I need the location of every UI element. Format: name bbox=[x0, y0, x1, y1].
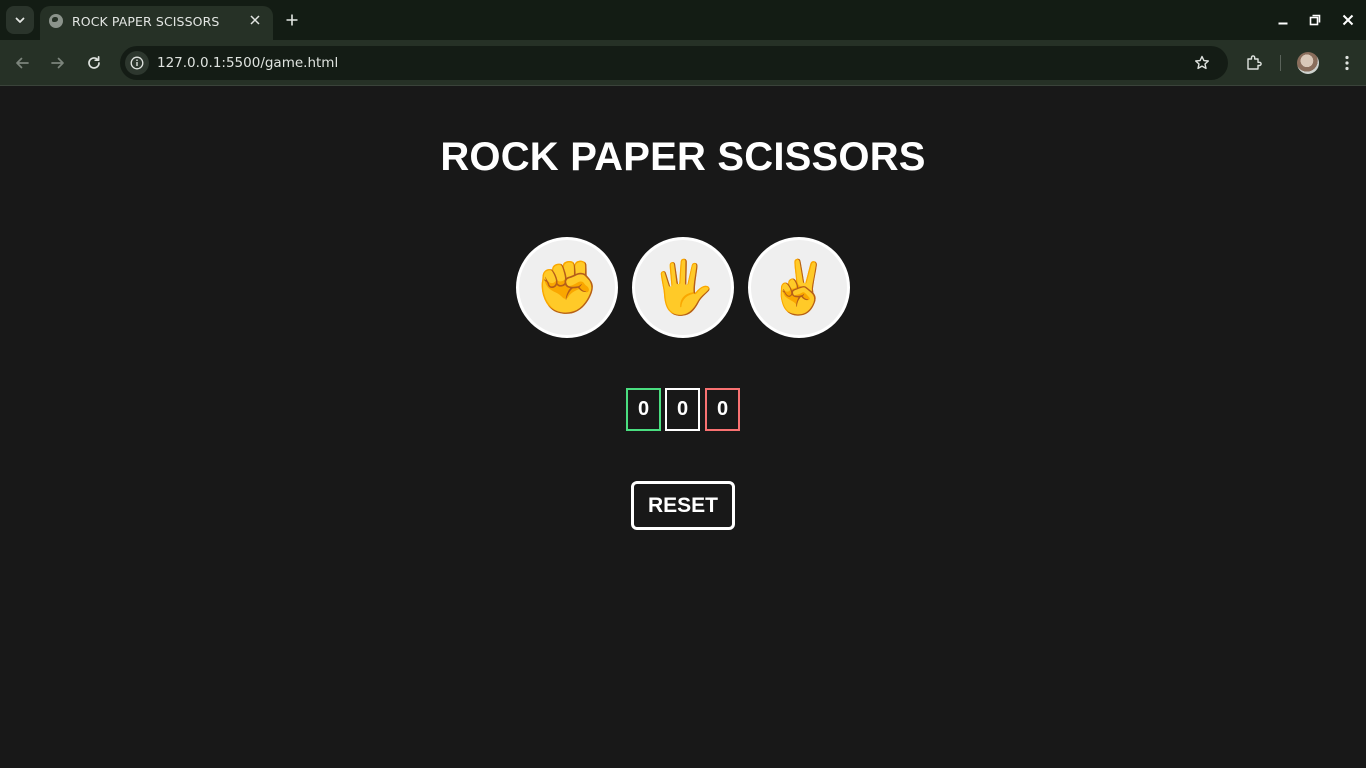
site-info-button[interactable] bbox=[125, 51, 149, 75]
browser-tab-strip: ROCK PAPER SCISSORS bbox=[0, 0, 1366, 40]
reload-button[interactable] bbox=[80, 49, 108, 77]
scissors-button[interactable]: ✌ bbox=[748, 237, 850, 338]
profile-avatar[interactable] bbox=[1297, 52, 1319, 74]
minimize-icon bbox=[1278, 22, 1288, 25]
paper-button[interactable]: 🖐 bbox=[632, 237, 734, 338]
fist-icon: ✊ bbox=[534, 258, 600, 317]
wins-score: 0 bbox=[626, 388, 661, 431]
address-bar[interactable]: 127.0.0.1:5500/game.html bbox=[120, 46, 1228, 80]
more-vert-icon bbox=[1345, 55, 1349, 71]
restore-icon bbox=[1309, 14, 1321, 26]
close-window-button[interactable] bbox=[1338, 10, 1358, 30]
new-tab-button[interactable] bbox=[281, 9, 303, 31]
toolbar-divider bbox=[1280, 55, 1281, 71]
star-icon bbox=[1195, 55, 1209, 70]
back-button[interactable] bbox=[8, 49, 36, 77]
close-icon bbox=[250, 15, 260, 25]
url-text[interactable]: 127.0.0.1:5500/game.html bbox=[157, 55, 338, 71]
draws-score: 0 bbox=[665, 388, 700, 431]
page-title: ROCK PAPER SCISSORS bbox=[440, 135, 926, 179]
restore-button[interactable] bbox=[1305, 10, 1325, 30]
menu-button[interactable] bbox=[1333, 49, 1361, 77]
tab-title: ROCK PAPER SCISSORS bbox=[72, 14, 220, 29]
globe-icon bbox=[49, 14, 63, 28]
chevron-down-icon bbox=[14, 14, 26, 26]
arrow-right-icon bbox=[51, 57, 64, 69]
victory-hand-icon: ✌ bbox=[766, 258, 832, 317]
tab-search-button[interactable] bbox=[6, 6, 34, 34]
game-page: ROCK PAPER SCISSORS ✊ 🖐 ✌ 0 0 0 RESET bbox=[0, 87, 1366, 768]
rock-button[interactable]: ✊ bbox=[516, 237, 618, 338]
hand-icon: 🖐 bbox=[650, 258, 716, 317]
forward-button[interactable] bbox=[44, 49, 72, 77]
reset-button[interactable]: RESET bbox=[631, 481, 735, 530]
browser-tab[interactable]: ROCK PAPER SCISSORS bbox=[40, 6, 273, 40]
losses-score: 0 bbox=[705, 388, 740, 431]
puzzle-icon bbox=[1247, 55, 1262, 70]
info-icon bbox=[130, 56, 144, 70]
close-icon bbox=[1342, 14, 1354, 26]
reload-icon bbox=[88, 55, 100, 69]
extensions-button[interactable] bbox=[1240, 49, 1268, 77]
browser-toolbar: 127.0.0.1:5500/game.html bbox=[0, 40, 1366, 86]
tab-close-button[interactable] bbox=[245, 10, 265, 30]
plus-icon bbox=[286, 14, 298, 26]
arrow-left-icon bbox=[16, 57, 29, 69]
minimize-button[interactable] bbox=[1273, 10, 1293, 30]
bookmark-star-button[interactable] bbox=[1192, 53, 1212, 73]
